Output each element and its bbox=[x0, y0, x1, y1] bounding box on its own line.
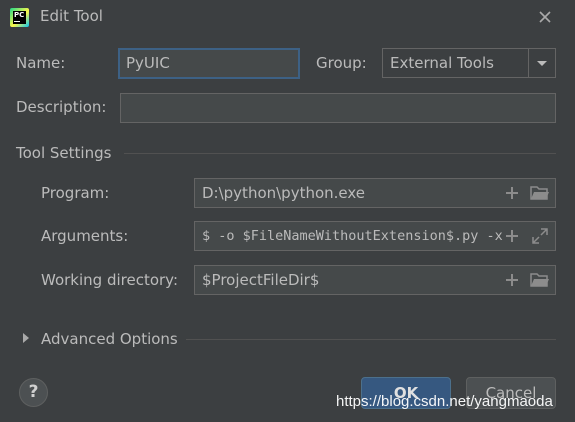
arguments-input-value: $ -o $FileNameWithoutExtension$.py -x bbox=[202, 228, 503, 244]
arguments-label: Arguments: bbox=[41, 227, 129, 245]
expand-arrow-icon[interactable] bbox=[22, 333, 30, 343]
browse-folder-icon[interactable] bbox=[530, 184, 550, 202]
chevron-down-icon[interactable] bbox=[535, 60, 549, 68]
app-icon-text: PC bbox=[14, 11, 25, 19]
tool-settings-heading: Tool Settings bbox=[16, 144, 112, 162]
working-directory-input[interactable]: $ProjectFileDir$ bbox=[194, 265, 556, 295]
section-divider bbox=[186, 339, 556, 340]
pycharm-app-icon: PC bbox=[10, 8, 29, 27]
arguments-input[interactable]: $ -o $FileNameWithoutExtension$.py -x bbox=[194, 221, 556, 251]
working-directory-label: Working directory: bbox=[41, 271, 179, 289]
group-dropdown[interactable]: External Tools bbox=[382, 48, 556, 78]
description-input[interactable] bbox=[120, 93, 556, 123]
watermark-text: https://blog.csdn.net/yangmaoda bbox=[336, 393, 553, 410]
group-label: Group: bbox=[316, 54, 367, 72]
advanced-options-toggle[interactable]: Advanced Options bbox=[41, 330, 178, 348]
section-divider bbox=[124, 153, 556, 154]
expand-icon[interactable] bbox=[531, 227, 549, 245]
insert-macro-plus-icon[interactable] bbox=[503, 271, 521, 289]
insert-macro-plus-icon[interactable] bbox=[503, 227, 521, 245]
name-label: Name: bbox=[16, 54, 66, 72]
name-input[interactable]: PyUIC bbox=[118, 48, 300, 79]
working-directory-input-value: $ProjectFileDir$ bbox=[202, 271, 320, 289]
program-label: Program: bbox=[41, 184, 110, 202]
group-selected-value: External Tools bbox=[390, 54, 494, 72]
description-label: Description: bbox=[16, 98, 107, 116]
program-input[interactable]: D:\python\python.exe bbox=[194, 178, 556, 208]
browse-folder-icon[interactable] bbox=[530, 271, 550, 289]
program-input-value: D:\python\python.exe bbox=[202, 184, 366, 202]
name-input-value: PyUIC bbox=[126, 54, 170, 72]
dialog-title: Edit Tool bbox=[40, 7, 103, 25]
help-button[interactable]: ? bbox=[19, 378, 48, 407]
insert-macro-plus-icon[interactable] bbox=[503, 184, 521, 202]
close-icon[interactable] bbox=[536, 8, 554, 26]
